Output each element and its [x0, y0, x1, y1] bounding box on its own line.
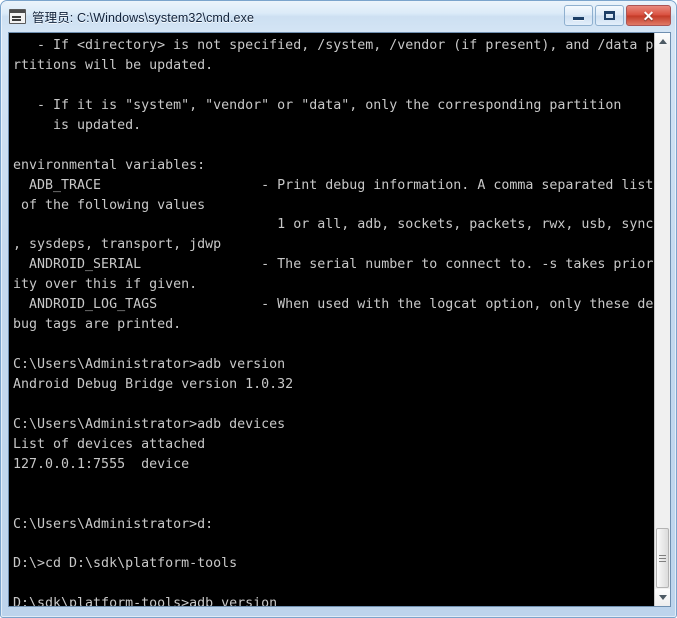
minimize-button[interactable] — [564, 5, 593, 26]
console-line: rtitions will be updated. — [13, 57, 214, 73]
cmd-window[interactable]: 管理员: C:\Windows\system32\cmd.exe ✕ - If … — [0, 0, 677, 618]
scroll-down-arrow-icon — [658, 595, 667, 600]
scrollbar-grip-icon — [659, 554, 666, 562]
scroll-up-button[interactable] — [655, 33, 670, 50]
console-line: , sysdeps, transport, jdwp — [13, 237, 222, 253]
console-line: Android Debug Bridge version 1.0.32 — [13, 376, 294, 392]
console-line: ANDROID_LOG_TAGS - When used with the lo… — [13, 297, 654, 313]
console-output: - If <directory> is not specified, /syst… — [13, 36, 658, 606]
console-line: ADB_TRACE - Print debug information. A c… — [13, 177, 654, 193]
console-line: of the following values — [13, 197, 206, 213]
console-line: ity over this if given. — [13, 277, 198, 293]
console-line: bug tags are printed. — [13, 317, 182, 333]
console-line: is updated. — [13, 117, 142, 133]
console-line: List of devices attached — [13, 436, 206, 452]
console-line: C:\Users\Administrator>adb version — [13, 357, 286, 372]
console-line: C:\Users\Administrator>adb devices — [13, 416, 286, 432]
console-line: - If <directory> is not specified, /syst… — [13, 38, 658, 53]
window-title: 管理员: C:\Windows\system32\cmd.exe — [32, 10, 255, 25]
minimize-icon — [573, 17, 584, 20]
scroll-up-arrow-icon — [658, 39, 667, 44]
console-line: 127.0.0.1:7555 device — [13, 456, 190, 472]
scroll-down-button[interactable] — [655, 589, 670, 606]
console-line: environmental variables: — [13, 157, 206, 173]
console-client-area[interactable]: - If <directory> is not specified, /syst… — [8, 32, 671, 607]
console-line: - If it is "system", "vendor" or "data",… — [13, 97, 622, 113]
console-line: D:\sdk\platform-tools>adb version — [13, 596, 278, 606]
console-line: ANDROID_SERIAL - The serial number to co… — [13, 257, 654, 273]
console-line: C:\Users\Administrator>d: — [13, 516, 214, 532]
maximize-icon — [604, 11, 615, 20]
close-button[interactable]: ✕ — [626, 5, 671, 26]
console-line: 1 or all, adb, sockets, packets, rwx, us… — [13, 217, 654, 233]
title-bar[interactable]: 管理员: C:\Windows\system32\cmd.exe ✕ — [2, 2, 675, 30]
close-icon: ✕ — [642, 7, 655, 24]
scrollbar-thumb[interactable] — [656, 528, 669, 588]
maximize-button[interactable] — [595, 5, 624, 26]
vertical-scrollbar[interactable] — [654, 33, 670, 606]
window-controls: ✕ — [564, 5, 671, 26]
console-line: D:\>cd D:\sdk\platform-tools — [13, 556, 238, 572]
cmd-console-icon — [9, 8, 26, 24]
